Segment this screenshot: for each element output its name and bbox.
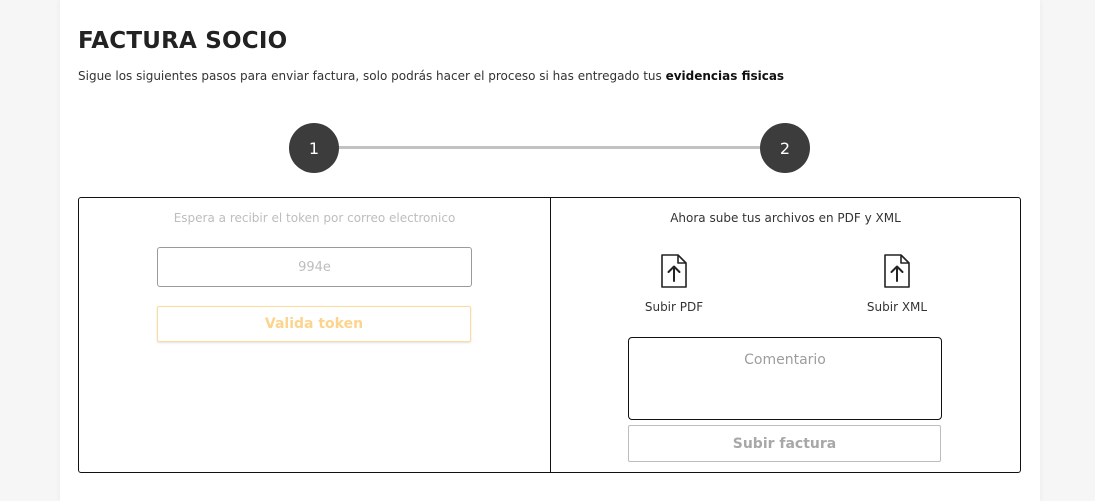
- comment-textarea[interactable]: Comentario: [628, 337, 942, 420]
- step-1-circle[interactable]: 1: [289, 123, 339, 173]
- upload-xml-button[interactable]: Subir XML: [837, 254, 957, 314]
- submit-invoice-button[interactable]: Subir factura: [628, 425, 941, 462]
- page-title: FACTURA SOCIO: [78, 28, 288, 54]
- stepper-line: [314, 146, 786, 149]
- subtitle-text: Sigue los siguientes pasos para enviar f…: [78, 69, 666, 83]
- file-upload-icon: [884, 254, 910, 288]
- upload-pdf-button[interactable]: Subir PDF: [614, 254, 734, 314]
- subtitle-bold: evidencias fisicas: [665, 69, 785, 83]
- step-2-circle[interactable]: 2: [760, 123, 810, 173]
- file-upload-icon: [661, 254, 687, 288]
- token-hint: Espera a recibir el token por correo ele…: [173, 211, 456, 225]
- page-subtitle: Sigue los siguientes pasos para enviar f…: [78, 69, 784, 83]
- upload-pdf-label: Subir PDF: [644, 300, 704, 314]
- upload-hint: Ahora sube tus archivos en PDF y XML: [670, 211, 901, 225]
- upload-xml-label: Subir XML: [866, 300, 928, 314]
- token-input[interactable]: 994e: [157, 247, 472, 287]
- validate-token-button[interactable]: Valida token: [157, 306, 471, 342]
- panel-divider: [550, 197, 551, 473]
